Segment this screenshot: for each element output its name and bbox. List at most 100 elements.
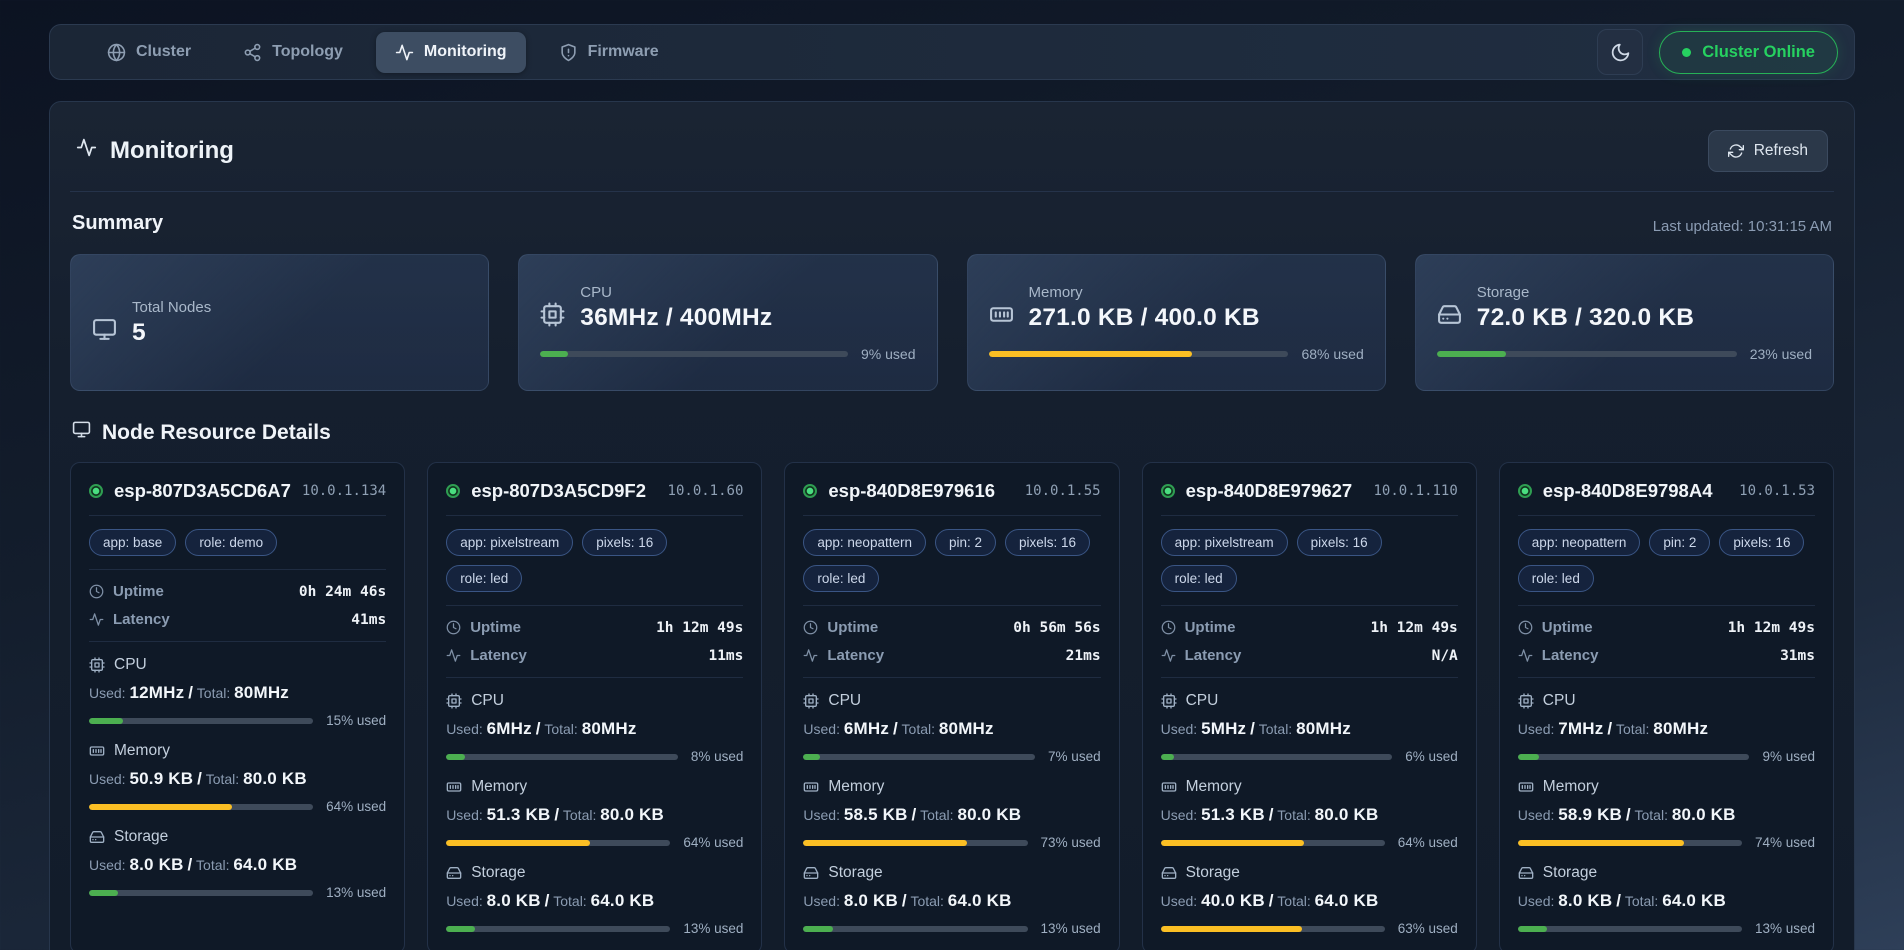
latency-row: Latency 21ms bbox=[803, 647, 1100, 664]
tab-cluster[interactable]: Cluster bbox=[88, 32, 210, 73]
uptime-row: Uptime 1h 12m 49s bbox=[1518, 619, 1815, 636]
resource-header: Memory bbox=[446, 778, 743, 796]
node-badges: app: pixelstreampixels: 16role: led bbox=[446, 529, 743, 592]
resource-cpu: CPU Used: 5MHz / Total: 80MHz 6% used bbox=[1161, 692, 1458, 764]
node-details-heading-text: Node Resource Details bbox=[102, 421, 331, 445]
node-badge: pixels: 16 bbox=[1719, 529, 1804, 556]
progress-fill bbox=[989, 351, 1193, 357]
slash: / bbox=[197, 769, 202, 788]
node-name: esp-807D3A5CD6A7 bbox=[114, 480, 291, 502]
progress-track bbox=[1518, 840, 1742, 846]
progress-percent-label: 74% used bbox=[1755, 835, 1815, 850]
latency-value: 31ms bbox=[1780, 648, 1815, 664]
activity-icon bbox=[395, 43, 414, 62]
latency-label: Latency bbox=[1185, 647, 1242, 664]
page-title-text: Monitoring bbox=[110, 137, 234, 165]
progress-percent-label: 7% used bbox=[1048, 749, 1101, 764]
progress-percent-label: 13% used bbox=[1041, 921, 1101, 936]
divider bbox=[446, 605, 743, 606]
tab-topology[interactable]: Topology bbox=[224, 32, 362, 73]
node-details-heading: Node Resource Details bbox=[72, 420, 1832, 445]
resource-label: CPU bbox=[1543, 692, 1576, 710]
progress-percent-label: 63% used bbox=[1398, 921, 1458, 936]
latency-value: 41ms bbox=[351, 612, 386, 628]
summary-card-label: Storage bbox=[1477, 284, 1694, 301]
resource-label: Memory bbox=[1543, 778, 1599, 796]
used-value: 8.0 KB bbox=[487, 891, 541, 910]
divider bbox=[1161, 605, 1458, 606]
shield-icon bbox=[559, 43, 578, 62]
tab-firmware[interactable]: Firmware bbox=[540, 32, 678, 73]
latency-row: Latency 31ms bbox=[1518, 647, 1815, 664]
progress-fill bbox=[89, 804, 232, 810]
slash: / bbox=[902, 891, 907, 910]
memory-icon bbox=[89, 743, 105, 759]
total-value: 80.0 KB bbox=[1315, 805, 1379, 824]
summary-card-cpu: CPU 36MHz / 400MHz 9% used bbox=[518, 254, 937, 391]
summary-card-top: Memory 271.0 KB / 400.0 KB bbox=[989, 284, 1364, 332]
resource-header: Memory bbox=[89, 742, 386, 760]
refresh-icon bbox=[1728, 143, 1744, 159]
node-heading-icon-slot bbox=[72, 420, 91, 445]
progress-track bbox=[989, 351, 1289, 357]
resource-values: Used: 40.0 KB / Total: 64.0 KB bbox=[1161, 891, 1458, 911]
node-status-dot-icon bbox=[803, 484, 817, 498]
node-badge: pixels: 16 bbox=[582, 529, 667, 556]
resource-values: Used: 8.0 KB / Total: 64.0 KB bbox=[1518, 891, 1815, 911]
slash: / bbox=[1607, 719, 1612, 738]
used-prefix: Used: bbox=[446, 807, 483, 823]
divider bbox=[1161, 677, 1458, 678]
total-value: 80MHz bbox=[234, 683, 289, 702]
used-value: 7MHz bbox=[1558, 719, 1603, 738]
progress-row: 23% used bbox=[1437, 346, 1812, 362]
used-value: 6MHz bbox=[487, 719, 532, 738]
progress-percent-label: 8% used bbox=[691, 749, 744, 764]
divider bbox=[89, 641, 386, 642]
memory-icon bbox=[803, 779, 819, 795]
refresh-button[interactable]: Refresh bbox=[1708, 130, 1828, 172]
storage-icon bbox=[89, 829, 105, 845]
activity-icon bbox=[803, 648, 818, 663]
total-prefix: Total: bbox=[563, 807, 596, 823]
progress-percent-label: 68% used bbox=[1301, 346, 1363, 362]
slash: / bbox=[554, 805, 559, 824]
theme-toggle-button[interactable] bbox=[1597, 29, 1643, 75]
resource-label: Memory bbox=[471, 778, 527, 796]
divider bbox=[803, 677, 1100, 678]
activity-icon bbox=[76, 137, 97, 158]
used-prefix: Used: bbox=[803, 807, 840, 823]
cluster-status-button[interactable]: Cluster Online bbox=[1659, 31, 1838, 74]
slash: / bbox=[1269, 891, 1274, 910]
resource-header: Storage bbox=[89, 828, 386, 846]
resource-values: Used: 6MHz / Total: 80MHz bbox=[803, 719, 1100, 739]
tab-label: Monitoring bbox=[424, 43, 507, 61]
cpu-icon bbox=[446, 693, 462, 709]
nav-tabs: Cluster Topology Monitoring Firmware bbox=[88, 32, 678, 73]
resource-header: CPU bbox=[1161, 692, 1458, 710]
uptime-row: Uptime 1h 12m 49s bbox=[446, 619, 743, 636]
latency-value: N/A bbox=[1432, 648, 1458, 664]
clock-icon bbox=[446, 620, 461, 635]
progress-row: 15% used bbox=[89, 713, 386, 728]
divider bbox=[446, 677, 743, 678]
tab-monitoring[interactable]: Monitoring bbox=[376, 32, 526, 73]
divider bbox=[89, 515, 386, 516]
storage-icon bbox=[1161, 865, 1177, 881]
used-prefix: Used: bbox=[446, 721, 483, 737]
uptime-value: 0h 24m 46s bbox=[299, 584, 386, 600]
title-row: Monitoring Refresh bbox=[70, 122, 1834, 172]
latency-value: 21ms bbox=[1066, 648, 1101, 664]
nav-right: Cluster Online bbox=[1597, 29, 1838, 75]
node-ip: 10.0.1.110 bbox=[1374, 483, 1458, 499]
tab-label: Cluster bbox=[136, 43, 191, 61]
summary-card-total-nodes: Total Nodes 5 bbox=[70, 254, 489, 391]
progress-fill bbox=[540, 351, 568, 357]
node-name: esp-807D3A5CD9F2 bbox=[471, 480, 646, 502]
node-badge: role: led bbox=[1518, 565, 1594, 592]
activity-icon bbox=[1518, 648, 1533, 663]
total-value: 64.0 KB bbox=[1662, 891, 1726, 910]
node-card-esp-807d3a5cd6a7: esp-807D3A5CD6A7 10.0.1.134 app: baserol… bbox=[70, 462, 405, 950]
refresh-label: Refresh bbox=[1754, 142, 1808, 160]
uptime-label: Uptime bbox=[113, 583, 164, 600]
slash: / bbox=[893, 719, 898, 738]
